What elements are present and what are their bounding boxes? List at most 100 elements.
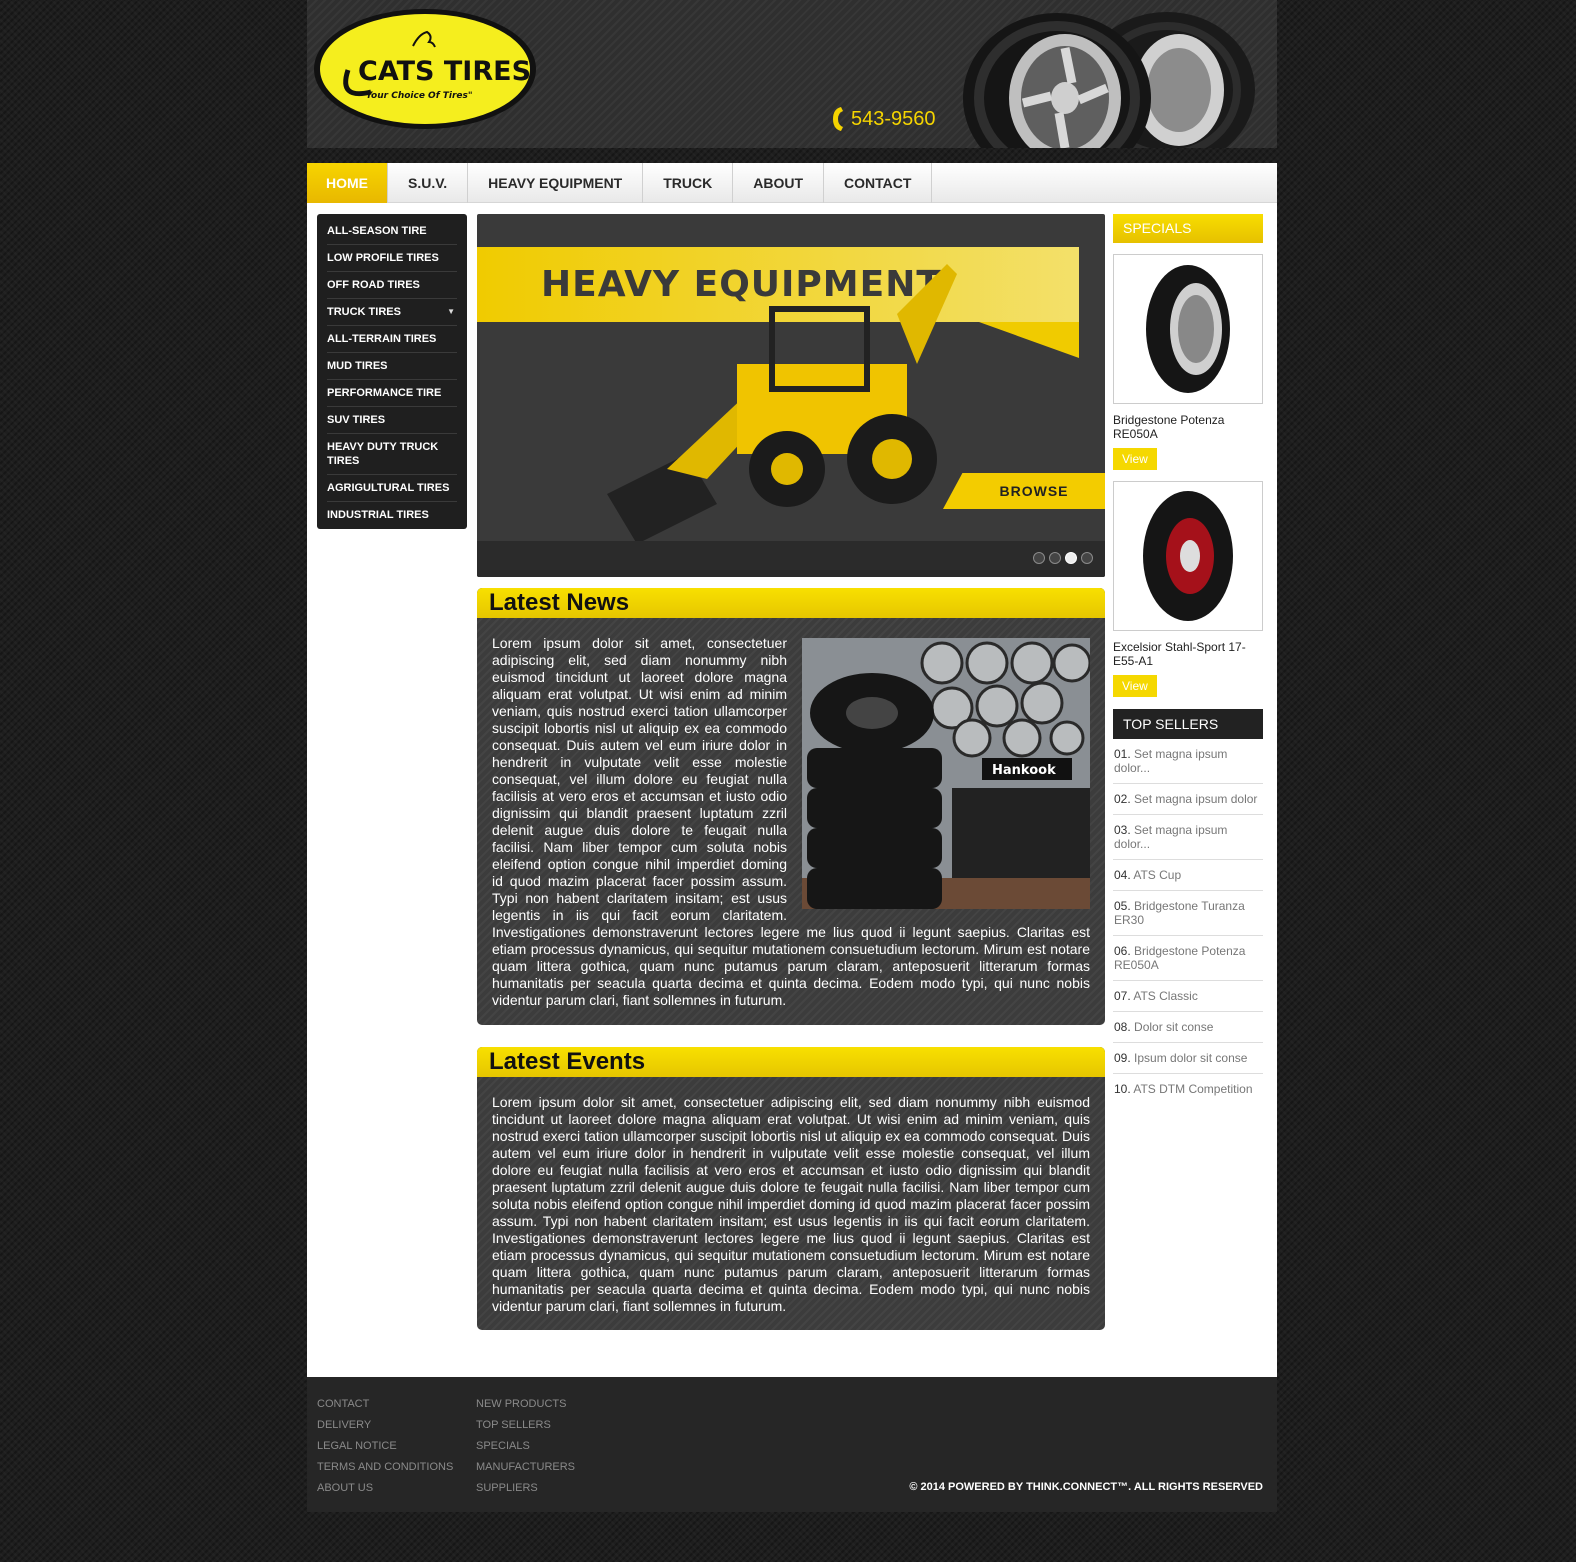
footer-link-suppliers[interactable]: SUPPLIERS (476, 1478, 575, 1499)
footer-link-about-us[interactable]: ABOUT US (317, 1478, 453, 1499)
footer-link-specials[interactable]: SPECIALS (476, 1436, 575, 1457)
product-name[interactable]: Bridgestone Potenza RE050A (1113, 413, 1263, 441)
phone-number-text: 543-9560 (851, 107, 936, 130)
list-item[interactable]: 09. Ipsum dolor sit conse (1113, 1043, 1263, 1074)
cats-tires-logo[interactable]: CATS TIRES "Your Choice Of Tires" (313, 8, 537, 130)
list-item-number: 02. (1114, 792, 1131, 806)
footer-column-products: NEW PRODUCTS TOP SELLERS SPECIALS MANUFA… (476, 1394, 575, 1499)
tire-image (1146, 265, 1230, 393)
category-label: ALL-SEASON TIRE (327, 225, 427, 237)
hero-slider[interactable]: HEAVY EQUIPMENT BROWSE (477, 214, 1105, 577)
product-image[interactable] (1113, 481, 1263, 631)
category-item[interactable]: AGRIGULTURAL TIRES (327, 475, 457, 502)
category-item[interactable]: INDUSTRIAL TIRES (327, 502, 457, 528)
logo-tagline: "Your Choice Of Tires" (361, 91, 473, 101)
list-item-number: 03. (1114, 823, 1131, 837)
category-label: OFF ROAD TIRES (327, 279, 420, 291)
site-header: CATS TIRES "Your Choice Of Tires" 543-95… (307, 0, 1277, 148)
slider-dot-active[interactable] (1065, 552, 1077, 564)
phone-icon (833, 107, 843, 131)
category-item[interactable]: OFF ROAD TIRES (327, 272, 457, 299)
tires-header-image (963, 12, 1255, 148)
category-label: PERFORMANCE TIRE (327, 387, 442, 399)
view-button[interactable]: View (1113, 448, 1157, 470)
nav-about[interactable]: ABOUT (733, 163, 825, 203)
list-item[interactable]: 03. Set magna ipsum dolor... (1113, 815, 1263, 860)
footer-link-terms[interactable]: TERMS AND CONDITIONS (317, 1457, 453, 1478)
category-item[interactable]: PERFORMANCE TIRE (327, 380, 457, 407)
category-item[interactable]: HEAVY DUTY TRUCK TIRES (327, 434, 457, 475)
nav-truck[interactable]: TRUCK (643, 163, 734, 203)
footer-column-info: CONTACT DELIVERY LEGAL NOTICE TERMS AND … (317, 1394, 453, 1499)
list-item-label: Dolor sit conse (1134, 1020, 1214, 1034)
slider-dot[interactable] (1081, 552, 1093, 564)
latest-news-body: Hankook Lorem ipsum dolor sit amet, cons… (477, 618, 1105, 1023)
top-sellers-title: TOP SELLERS (1113, 709, 1263, 739)
right-sidebar: SPECIALS Bridgestone Potenza RE050A View… (1113, 214, 1263, 1104)
list-item[interactable]: 10. ATS DTM Competition (1113, 1074, 1263, 1104)
category-label: LOW PROFILE TIRES (327, 252, 439, 264)
list-item-number: 08. (1114, 1020, 1131, 1034)
category-item[interactable]: ALL-TERRAIN TIRES (327, 326, 457, 353)
product-image[interactable] (1113, 254, 1263, 404)
category-label: AGRIGULTURAL TIRES (327, 482, 450, 494)
chevron-down-icon: ▼ (447, 307, 455, 316)
nav-contact[interactable]: CONTACT (824, 163, 933, 203)
category-item[interactable]: LOW PROFILE TIRES (327, 245, 457, 272)
category-label: MUD TIRES (327, 360, 388, 372)
list-item[interactable]: 02. Set magna ipsum dolor (1113, 784, 1263, 815)
list-item-number: 10. (1114, 1082, 1131, 1096)
category-item[interactable]: SUV TIRES (327, 407, 457, 434)
list-item[interactable]: 01. Set magna ipsum dolor... (1113, 739, 1263, 784)
list-item-number: 09. (1114, 1051, 1131, 1065)
footer-link-contact[interactable]: CONTACT (317, 1394, 453, 1415)
latest-events-panel: Latest Events Lorem ipsum dolor sit amet… (477, 1047, 1105, 1330)
slider-dots (1033, 552, 1093, 564)
view-button[interactable]: View (1113, 675, 1157, 697)
slider-dot[interactable] (1033, 552, 1045, 564)
slider-dot[interactable] (1049, 552, 1061, 564)
list-item[interactable]: 08. Dolor sit conse (1113, 1012, 1263, 1043)
list-item[interactable]: 07. ATS Classic (1113, 981, 1263, 1012)
category-label: HEAVY DUTY TRUCK TIRES (327, 441, 439, 467)
list-item-number: 05. (1114, 899, 1131, 913)
latest-news-panel: Latest News Hankook Lorem ipsum dolor si… (477, 588, 1105, 1025)
slide-banner-tip (979, 322, 1079, 358)
latest-news-title: Latest News (477, 588, 1105, 618)
list-item-label: ATS Cup (1133, 868, 1182, 882)
svg-text:Hankook: Hankook (992, 763, 1056, 778)
top-sellers-list: 01. Set magna ipsum dolor... 02. Set mag… (1113, 739, 1263, 1104)
product-name[interactable]: Excelsior Stahl-Sport 17-E55-A1 (1113, 640, 1263, 668)
list-item-label: Set magna ipsum dolor (1134, 792, 1258, 806)
latest-events-title: Latest Events (477, 1047, 1105, 1077)
main-nav: HOME S.U.V. HEAVY EQUIPMENT TRUCK ABOUT … (307, 163, 1277, 203)
list-item-number: 06. (1114, 944, 1131, 958)
site-footer: CONTACT DELIVERY LEGAL NOTICE TERMS AND … (307, 1377, 1277, 1512)
footer-link-delivery[interactable]: DELIVERY (317, 1415, 453, 1436)
list-item-label: Set magna ipsum dolor... (1114, 823, 1228, 851)
category-label: TRUCK TIRES (327, 306, 401, 318)
footer-link-manufacturers[interactable]: MANUFACTURERS (476, 1457, 575, 1478)
category-label: INDUSTRIAL TIRES (327, 509, 429, 521)
browse-button[interactable]: BROWSE (943, 473, 1105, 509)
nav-heavy-equipment[interactable]: HEAVY EQUIPMENT (468, 163, 644, 203)
footer-link-new-products[interactable]: NEW PRODUCTS (476, 1394, 575, 1415)
list-item[interactable]: 05. Bridgestone Turanza ER30 (1113, 891, 1263, 936)
footer-link-legal-notice[interactable]: LEGAL NOTICE (317, 1436, 453, 1457)
list-item[interactable]: 04. ATS Cup (1113, 860, 1263, 891)
category-item[interactable]: ALL-SEASON TIRE (327, 218, 457, 245)
specials-title: SPECIALS (1113, 214, 1263, 243)
logo-text: CATS TIRES (358, 56, 531, 87)
copyright: © 2014 POWERED BY THINK.CONNECT™. ALL RI… (909, 1481, 1263, 1493)
list-item[interactable]: 06. Bridgestone Potenza RE050A (1113, 936, 1263, 981)
list-item-label: Ipsum dolor sit conse (1134, 1051, 1248, 1065)
list-item-number: 01. (1114, 747, 1131, 761)
category-label: ALL-TERRAIN TIRES (327, 333, 437, 345)
category-menu: ALL-SEASON TIRE LOW PROFILE TIRES OFF RO… (317, 214, 467, 529)
phone-number[interactable]: 543-9560 (831, 105, 936, 133)
category-item[interactable]: TRUCK TIRES ▼ (327, 299, 457, 326)
nav-home[interactable]: HOME (307, 163, 388, 203)
footer-link-top-sellers[interactable]: TOP SELLERS (476, 1415, 575, 1436)
nav-suv[interactable]: S.U.V. (388, 163, 469, 203)
category-item[interactable]: MUD TIRES (327, 353, 457, 380)
